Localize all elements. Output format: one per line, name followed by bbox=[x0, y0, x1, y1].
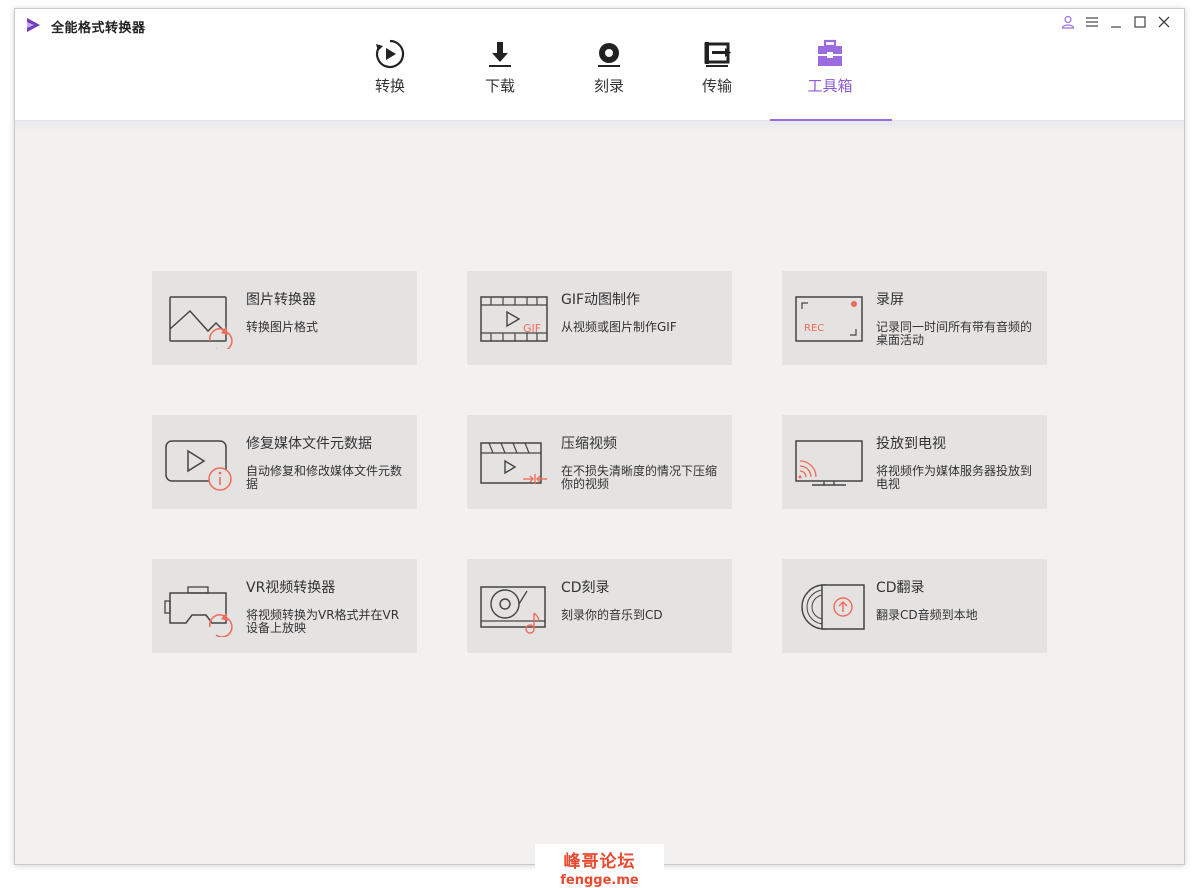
card-desc: 转换图片格式 bbox=[246, 320, 319, 334]
header: 全能格式转换器 转换 下载 刻录 传输 工具箱 bbox=[15, 9, 1184, 121]
compress-video-icon bbox=[480, 442, 547, 484]
card-desc: 刻录你的音乐到CD bbox=[561, 608, 663, 622]
tab-convert[interactable]: 转换 bbox=[340, 37, 440, 121]
app-window: 全能格式转换器 转换 下载 刻录 传输 工具箱 图片转换器 转换图片格式 GIF… bbox=[14, 8, 1185, 865]
card-title: CD翻录 bbox=[876, 580, 925, 596]
card-desc: 记录同一时间所有带有音频的桌面活动 bbox=[876, 320, 1033, 347]
tab-label: 刻录 bbox=[593, 77, 624, 95]
card-title: 压缩视频 bbox=[561, 436, 617, 452]
tab-transfer[interactable]: 传输 bbox=[667, 37, 767, 121]
metadata-fix-icon bbox=[165, 440, 232, 491]
tool-gif-maker[interactable]: GIF GIF动图制作 从视频或图片制作GIF bbox=[467, 271, 732, 365]
cast-tv-icon bbox=[795, 440, 863, 486]
card-desc: 自动修复和修改媒体文件元数据 bbox=[246, 464, 403, 491]
vr-convert-icon bbox=[164, 586, 233, 637]
tab-toolbox[interactable]: 工具箱 bbox=[780, 37, 880, 121]
gif-maker-icon: GIF bbox=[480, 296, 548, 342]
card-desc: 在不损失清晰度的情况下压缩你的视频 bbox=[561, 464, 718, 491]
card-title: 图片转换器 bbox=[246, 292, 316, 308]
svg-text:GIF: GIF bbox=[523, 322, 541, 335]
burn-icon bbox=[598, 43, 620, 67]
card-title: 录屏 bbox=[876, 292, 904, 308]
card-desc: 翻录CD音频到本地 bbox=[876, 608, 978, 622]
card-title: 投放到电视 bbox=[876, 436, 946, 452]
tab-label: 传输 bbox=[701, 77, 732, 95]
watermark: 峰哥论坛 fengge.me bbox=[535, 844, 664, 888]
image-convert-icon bbox=[169, 296, 233, 349]
tab-label: 工具箱 bbox=[807, 77, 853, 95]
download-icon bbox=[489, 42, 511, 67]
tab-label: 下载 bbox=[484, 77, 515, 95]
card-title: VR视频转换器 bbox=[246, 580, 336, 596]
cd-burn-icon bbox=[480, 586, 546, 634]
svg-text:REC: REC bbox=[804, 323, 824, 334]
tab-label: 转换 bbox=[374, 77, 405, 95]
watermark-en: fengge.me bbox=[560, 873, 639, 888]
tool-vr-converter[interactable]: VR视频转换器 将视频转换为VR格式并在VR设备上放映 bbox=[152, 559, 417, 653]
screen-record-icon: REC bbox=[795, 296, 863, 342]
card-desc: 将视频转换为VR格式并在VR设备上放映 bbox=[246, 608, 400, 635]
tool-cast-tv[interactable]: 投放到电视 将视频作为媒体服务器投放到电视 bbox=[782, 415, 1047, 509]
main-nav: 转换 下载 刻录 传输 工具箱 bbox=[15, 9, 1184, 121]
convert-icon bbox=[375, 39, 405, 69]
tool-cd-burn[interactable]: CD刻录 刻录你的音乐到CD bbox=[467, 559, 732, 653]
cd-rip-icon bbox=[801, 584, 865, 630]
tool-image-converter[interactable]: 图片转换器 转换图片格式 bbox=[152, 271, 417, 365]
card-desc: 将视频作为媒体服务器投放到电视 bbox=[876, 464, 1033, 491]
card-desc: 从视频或图片制作GIF bbox=[561, 320, 677, 334]
watermark-cn: 峰哥论坛 bbox=[563, 852, 636, 872]
tool-screen-recorder[interactable]: REC 录屏 记录同一时间所有带有音频的桌面活动 bbox=[782, 271, 1047, 365]
toolbox-icon bbox=[818, 39, 842, 66]
card-title: 修复媒体文件元数据 bbox=[246, 436, 372, 452]
card-title: CD刻录 bbox=[561, 580, 610, 596]
tool-cd-rip[interactable]: CD翻录 翻录CD音频到本地 bbox=[782, 559, 1047, 653]
tool-metadata-fix[interactable]: 修复媒体文件元数据 自动修复和修改媒体文件元数据 bbox=[152, 415, 417, 509]
tool-compress-video[interactable]: 压缩视频 在不损失清晰度的情况下压缩你的视频 bbox=[467, 415, 732, 509]
transfer-icon bbox=[704, 42, 731, 67]
tab-download[interactable]: 下载 bbox=[450, 37, 550, 121]
card-title: GIF动图制作 bbox=[561, 292, 641, 308]
tab-burn[interactable]: 刻录 bbox=[559, 37, 659, 121]
